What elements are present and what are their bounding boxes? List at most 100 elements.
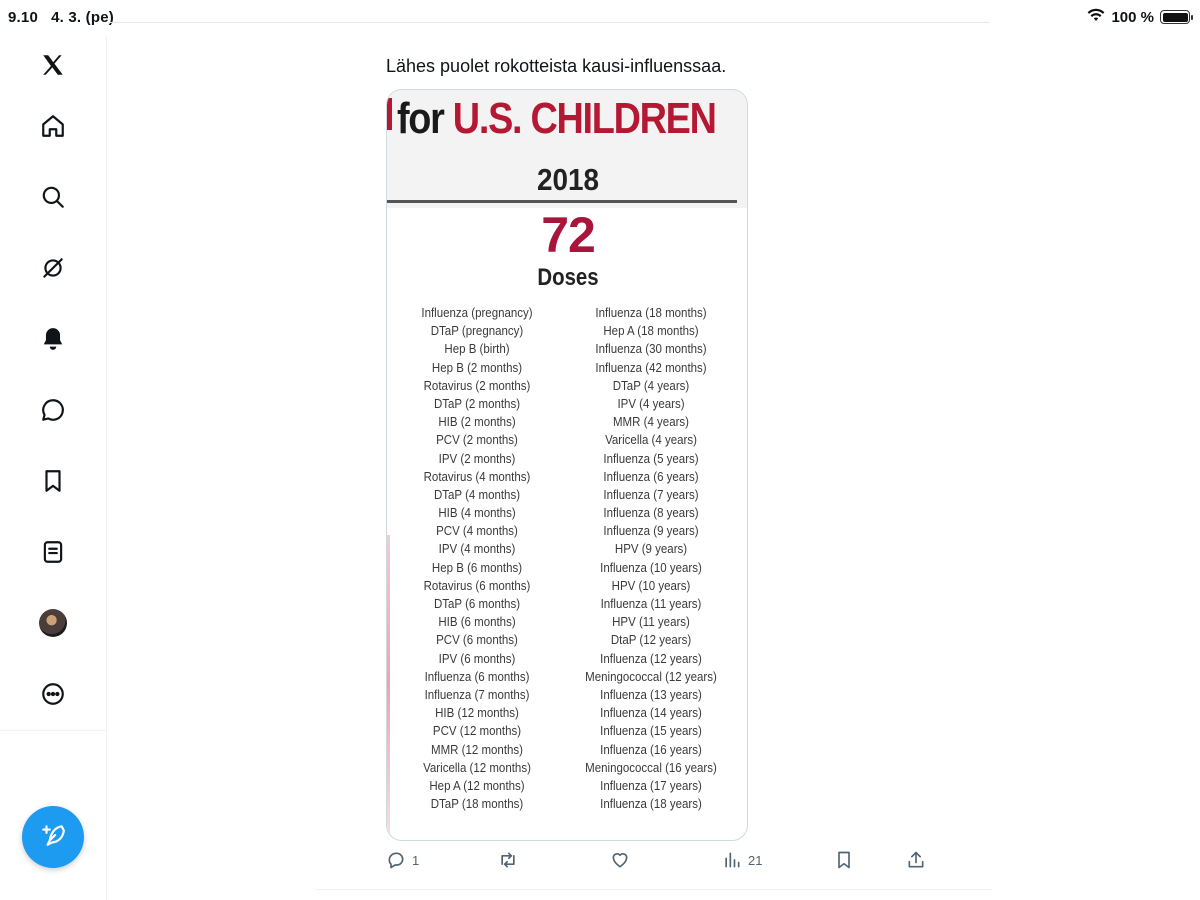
image-headline: for U.S. CHILDREN <box>397 94 717 144</box>
like-button[interactable] <box>610 850 636 870</box>
share-button[interactable] <box>906 850 926 870</box>
dose-item: Varicella (4 years) <box>605 433 697 448</box>
dose-item: DTaP (pregnancy) <box>430 324 524 339</box>
headline-red: U.S. CHILDREN <box>452 94 717 143</box>
dose-item: IPV (4 years) <box>617 396 685 411</box>
messages-icon[interactable] <box>36 393 70 427</box>
dose-item: Influenza (8 years) <box>603 506 699 521</box>
bookmark-button[interactable] <box>834 850 854 870</box>
status-date: 4. 3. (pe) <box>51 9 114 26</box>
dose-item: Influenza (6 months) <box>424 669 530 684</box>
share-icon <box>908 851 924 868</box>
dose-item: DTaP (4 months) <box>433 487 521 502</box>
tweet-actions: 1 21 <box>386 850 946 874</box>
dose-count: 72 <box>541 207 596 263</box>
dose-item: PCV (12 months) <box>432 724 522 739</box>
tweet-text: Lähes puolet rokotteista kausi-influenss… <box>386 56 727 76</box>
dose-item: Influenza (16 years) <box>600 742 702 757</box>
dose-item: Hep B (6 months) <box>431 560 523 575</box>
dose-item: DTaP (6 months) <box>433 597 521 611</box>
dose-item: Influenza (11 years) <box>600 597 702 611</box>
dose-item: Influenza (5 years) <box>603 451 699 466</box>
dose-item: Rotavirus (4 months) <box>423 469 531 484</box>
home-icon[interactable] <box>36 109 70 143</box>
tweet-image[interactable]: for U.S. CHILDREN 2018 72 Doses Influenz… <box>386 89 748 841</box>
lists-icon[interactable] <box>36 535 70 569</box>
dose-item: Influenza (30 months) <box>595 342 707 357</box>
dose-item: IPV (2 months) <box>438 451 516 466</box>
status-right: 100 % <box>1087 8 1193 26</box>
bookmarks-icon[interactable] <box>36 464 70 498</box>
dose-item: Hep B (birth) <box>444 342 510 357</box>
dose-item: HIB (12 months) <box>435 706 519 721</box>
dose-item: PCV (6 months) <box>436 633 518 648</box>
retweet-icon <box>501 852 515 868</box>
dose-item: HPV (9 years) <box>614 542 688 557</box>
dose-item: Influenza (pregnancy) <box>421 306 533 320</box>
reply-icon <box>388 852 404 869</box>
dose-item: MMR (4 years) <box>612 415 690 430</box>
dose-item: MMR (12 months) <box>430 742 524 757</box>
dose-item: Influenza (17 years) <box>600 778 702 793</box>
reply-button[interactable]: 1 <box>386 850 419 870</box>
heart-icon <box>612 853 628 868</box>
feather-plus-icon <box>40 822 66 853</box>
dose-list-left: Influenza (pregnancy) DTaP (pregnancy) Hep… <box>387 304 567 813</box>
dose-item: PCV (2 months) <box>436 433 518 448</box>
dose-item: Influenza (10 years) <box>600 560 702 575</box>
dose-item: DTaP (2 months) <box>433 396 521 411</box>
dose-item: Meningococcal (16 years) <box>585 760 717 775</box>
dose-item: Influenza (6 years) <box>603 469 699 484</box>
compose-button[interactable] <box>22 806 84 868</box>
dose-list-right: Influenza (18 months) Hep A (18 months) In… <box>561 304 741 813</box>
battery-percent: 100 % <box>1111 8 1154 26</box>
sidebar-divider <box>0 730 107 731</box>
reply-count: 1 <box>412 852 420 868</box>
dose-item: Influenza (9 years) <box>603 524 699 539</box>
dose-item: Hep A (18 months) <box>603 324 699 339</box>
dose-count-label: Doses <box>537 264 599 291</box>
dose-item: Meningococcal (12 years) <box>585 669 717 684</box>
tweet-divider <box>316 889 992 890</box>
dose-item: Influenza (13 years) <box>600 687 702 702</box>
dose-item: HIB (2 months) <box>438 415 516 430</box>
header-divider <box>108 22 990 23</box>
wifi-icon <box>1087 8 1105 26</box>
x-logo-icon[interactable] <box>36 48 70 82</box>
grok-icon[interactable] <box>36 251 70 285</box>
dose-item: Influenza (15 years) <box>600 724 702 739</box>
dose-item: DtaP (12 years) <box>610 633 692 648</box>
dose-item: DTaP (4 years) <box>612 378 690 393</box>
dose-item: Influenza (42 months) <box>595 360 707 375</box>
dose-item: IPV (6 months) <box>438 651 516 666</box>
bookmark-icon <box>838 851 850 869</box>
dose-item: Influenza (18 years) <box>600 797 702 812</box>
dose-item: HIB (4 months) <box>438 506 516 521</box>
status-bar: 9.10 4. 3. (pe) 100 % <box>0 0 1200 36</box>
dose-item: HPV (10 years) <box>611 578 691 593</box>
dose-item: HPV (11 years) <box>612 615 690 630</box>
profile-avatar[interactable] <box>36 606 70 640</box>
notifications-bell-icon[interactable] <box>36 322 70 356</box>
dose-item: Influenza (12 years) <box>600 651 702 666</box>
more-icon[interactable] <box>36 677 70 711</box>
analytics-icon <box>725 852 740 868</box>
views-button[interactable]: 21 <box>722 850 762 870</box>
image-rule <box>387 200 737 203</box>
retweet-button[interactable] <box>498 850 524 870</box>
dose-item: Influenza (18 months) <box>595 306 707 320</box>
image-red-bar <box>387 98 392 130</box>
dose-item: Hep A (12 months) <box>429 778 525 793</box>
dose-item: Rotavirus (2 months) <box>423 378 531 393</box>
dose-item: Influenza (14 years) <box>600 706 702 721</box>
views-count: 21 <box>748 852 763 868</box>
dose-item: DTaP (18 months) <box>430 797 524 812</box>
status-time-date: 9.10 4. 3. (pe) <box>8 9 114 26</box>
dose-item: PCV (4 months) <box>436 524 518 539</box>
headline-prefix: for <box>397 94 453 143</box>
search-icon[interactable] <box>36 180 70 214</box>
status-time: 9.10 <box>8 9 38 26</box>
dose-item: Influenza (7 months) <box>424 687 530 702</box>
sidebar <box>0 36 107 900</box>
battery-icon <box>1160 10 1193 24</box>
